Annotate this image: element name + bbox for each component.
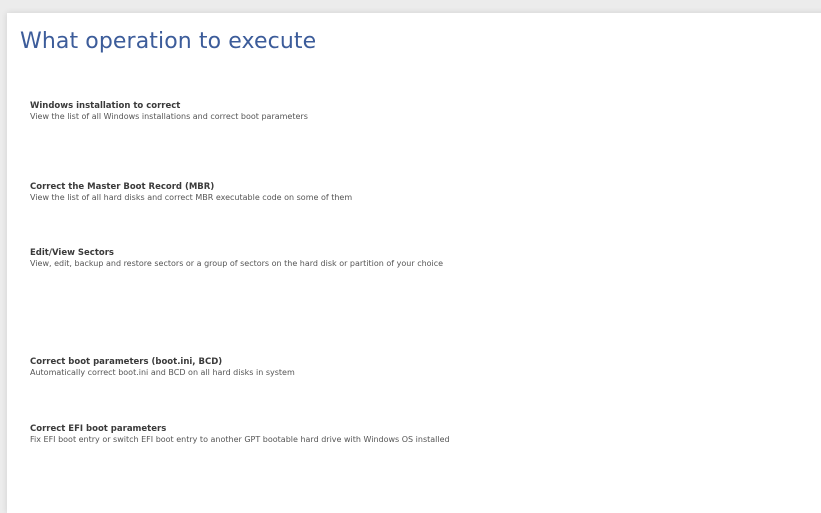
operation-description: View the list of all Windows installatio… — [30, 112, 308, 121]
operation-title: Edit/View Sectors — [30, 248, 114, 258]
operation-windows-installation[interactable]: Windows installation to correct View the… — [30, 101, 308, 122]
operation-correct-boot-parameters[interactable]: Correct boot parameters (boot.ini, BCD) … — [30, 357, 295, 378]
operation-description: View, edit, backup and restore sectors o… — [30, 259, 444, 268]
operation-title: Correct boot parameters (boot.ini, BCD) — [30, 357, 223, 367]
operation-description: Fix EFI boot entry or switch EFI boot en… — [30, 435, 450, 444]
operation-title: Correct EFI boot parameters — [30, 424, 167, 434]
operation-correct-mbr[interactable]: Correct the Master Boot Record (MBR) Vie… — [30, 182, 352, 203]
operation-panel: What operation to execute Windows instal… — [7, 13, 821, 513]
operation-description: Automatically correct boot.ini and BCD o… — [30, 368, 295, 377]
operation-edit-view-sectors[interactable]: Edit/View Sectors View, edit, backup and… — [30, 248, 443, 269]
operation-correct-efi-boot[interactable]: Correct EFI boot parameters Fix EFI boot… — [30, 424, 450, 445]
operation-title: Windows installation to correct — [30, 101, 181, 111]
operation-title: Correct the Master Boot Record (MBR) — [30, 182, 215, 192]
page-title: What operation to execute — [20, 29, 317, 54]
operation-description: View the list of all hard disks and corr… — [30, 193, 353, 202]
